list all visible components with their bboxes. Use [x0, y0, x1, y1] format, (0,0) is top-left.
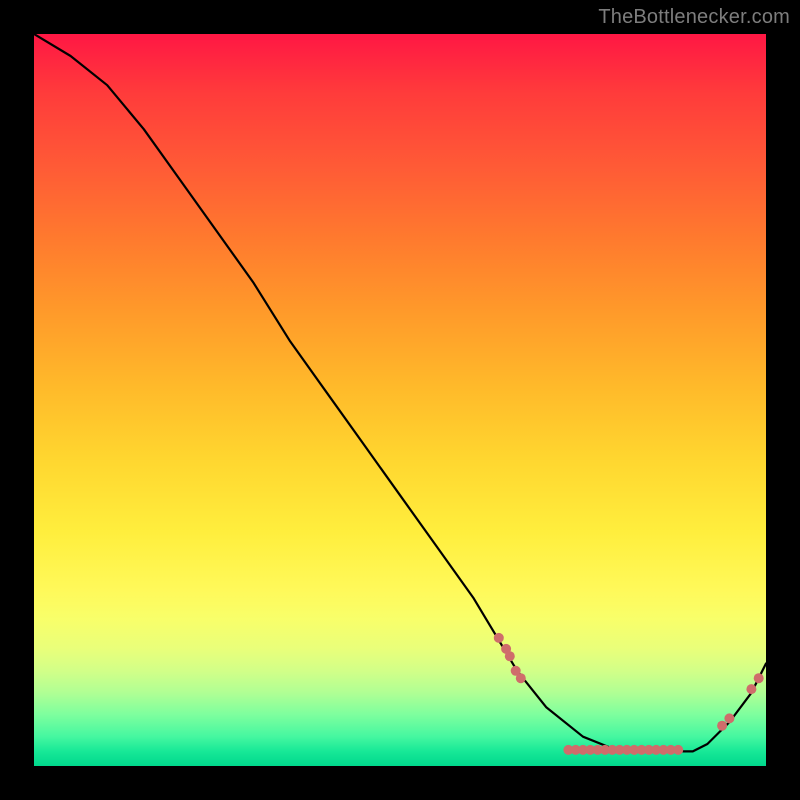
bottleneck-curve — [34, 34, 766, 751]
credit-text: TheBottlenecker.com — [598, 6, 790, 29]
data-marker — [746, 684, 756, 694]
plot-area — [34, 34, 766, 766]
data-marker — [717, 721, 727, 731]
data-marker — [724, 713, 734, 723]
chart-stage: TheBottlenecker.com — [0, 0, 800, 800]
data-marker — [494, 633, 504, 643]
chart-svg — [34, 34, 766, 766]
data-marker — [673, 745, 683, 755]
data-marker — [505, 651, 515, 661]
data-marker — [754, 673, 764, 683]
data-marker — [516, 673, 526, 683]
